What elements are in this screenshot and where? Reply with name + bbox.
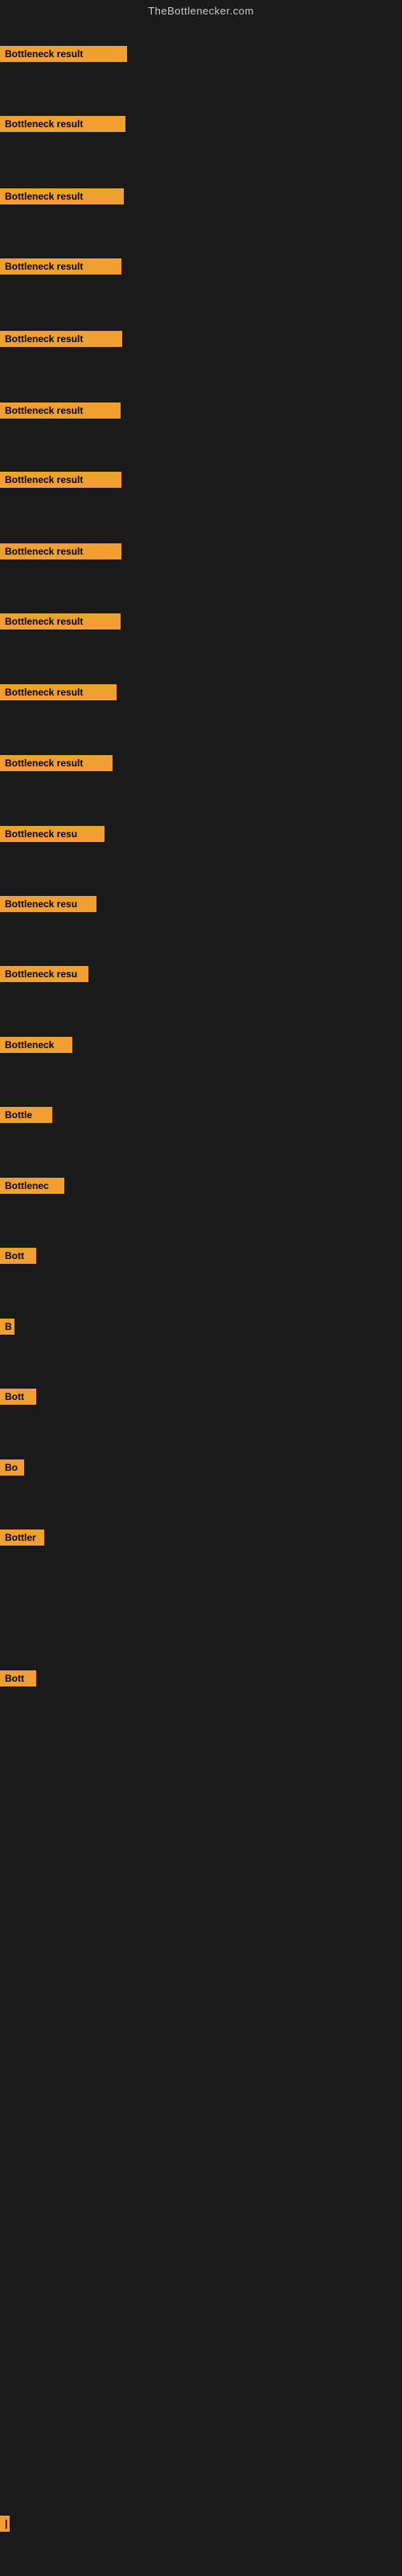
bottleneck-result-bar: Bottleneck result (0, 116, 125, 132)
bottleneck-result-bar: | (0, 2516, 10, 2532)
bottleneck-result-bar: Bottlenec (0, 1178, 64, 1194)
bottleneck-result-bar: Bottleneck resu (0, 966, 88, 982)
bottleneck-result-bar: Bottleneck result (0, 46, 127, 62)
bottleneck-result-bar: Bottleneck result (0, 402, 121, 419)
bottleneck-result-bar: Bottleneck result (0, 755, 113, 771)
bottleneck-result-bar: Bottler (0, 1530, 44, 1546)
bottleneck-result-bar: Bottleneck resu (0, 896, 96, 912)
bottleneck-result-bar: Bottleneck resu (0, 826, 105, 842)
bottleneck-result-bar: Bo (0, 1459, 24, 1476)
site-title: TheBottlenecker.com (0, 0, 402, 22)
bottleneck-result-bar: Bott (0, 1389, 36, 1405)
bottleneck-result-bar: Bottleneck result (0, 472, 121, 488)
bottleneck-result-bar: Bottle (0, 1107, 52, 1123)
bottleneck-result-bar: Bottleneck (0, 1037, 72, 1053)
bottleneck-result-bar: Bottleneck result (0, 188, 124, 204)
bottleneck-result-bar: Bottleneck result (0, 613, 121, 630)
bottleneck-result-bar: Bottleneck result (0, 331, 122, 347)
bottleneck-result-bar: Bott (0, 1248, 36, 1264)
bottleneck-result-bar: Bottleneck result (0, 684, 117, 700)
bottleneck-result-bar: B (0, 1319, 14, 1335)
bottleneck-result-bar: Bottleneck result (0, 258, 121, 275)
bottleneck-result-bar: Bottleneck result (0, 543, 121, 559)
bottleneck-result-bar: Bott (0, 1670, 36, 1686)
